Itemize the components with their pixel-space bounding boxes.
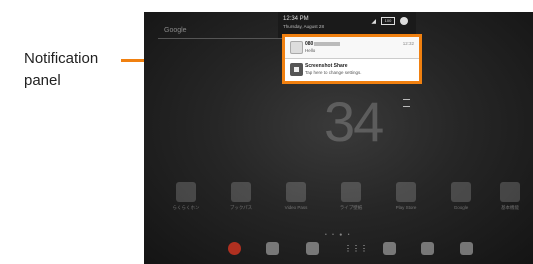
notification-body: Hello (305, 48, 316, 53)
app-5-label: Play Store (395, 205, 417, 210)
app-1-label: らくらくホン (172, 205, 200, 210)
page-indicator: • • ● • (325, 232, 352, 238)
notification-message[interactable]: 080 Hello 12:32 (285, 37, 419, 59)
app-5-icon (396, 182, 416, 202)
notification-title: Screenshot Share (305, 63, 348, 69)
tablet-screen: Google 34 らくらくホン ブックパス Video Pass ライブ壁紙 … (144, 12, 533, 264)
clock-widget[interactable]: 34 (324, 89, 384, 154)
callout-label-line2: panel (24, 72, 61, 89)
sender-number: 080 (305, 41, 314, 47)
redacted-number (314, 41, 341, 46)
contact-icon (290, 41, 303, 54)
apps-grid-icon[interactable]: ⋮⋮⋮ (344, 242, 368, 255)
status-icons: ◢ 100 (371, 17, 408, 25)
email-icon[interactable] (266, 242, 279, 255)
app-6[interactable]: Google (441, 182, 481, 210)
callout-label: Notification panel (24, 48, 124, 92)
screenshot-share-icon (290, 63, 303, 76)
app-7[interactable]: 基本機能 (490, 182, 530, 211)
app-7-label: 基本機能 (501, 205, 519, 210)
notification-screenshot-share[interactable]: Screenshot Share Tap here to change sett… (285, 59, 419, 81)
app-2[interactable]: ブックパス (221, 182, 261, 211)
app-4[interactable]: ライブ壁紙 (331, 182, 371, 211)
camera-icon[interactable] (460, 242, 473, 255)
app-6-label: Google (453, 205, 469, 210)
app-1[interactable]: らくらくホン (166, 182, 206, 211)
youtube-icon[interactable] (421, 242, 434, 255)
app-1-icon (176, 182, 196, 202)
status-time: 12:34 PM (283, 16, 309, 22)
search-placeholder: Google (164, 27, 187, 34)
notification-panel: 080 Hello 12:32 Screenshot Share Tap her… (282, 34, 422, 84)
notification-time: 12:32 (402, 41, 414, 46)
notification-body: Tap here to change settings. (305, 70, 362, 75)
app-4-label: ライブ壁紙 (339, 205, 363, 210)
battery-icon: 100 (381, 17, 395, 25)
app-2-icon (231, 182, 251, 202)
contacts-icon[interactable] (306, 242, 319, 255)
app-3-label: Video Pass (284, 205, 308, 210)
app-3[interactable]: Video Pass (276, 182, 316, 210)
app-7-icon (500, 182, 520, 202)
app-5[interactable]: Play Store (386, 182, 426, 210)
app-6-icon (451, 182, 471, 202)
google-search-bar[interactable]: Google (158, 23, 284, 39)
callout-label-line1: Notification (24, 50, 99, 67)
app-4-icon (341, 182, 361, 202)
app-2-label: ブックパス (229, 205, 253, 210)
notification-title: 080 (305, 41, 341, 47)
status-date: Thursday, August 28 (283, 24, 324, 29)
user-avatar-icon[interactable] (400, 17, 408, 25)
app-3-icon (286, 182, 306, 202)
chrome-icon[interactable] (228, 242, 241, 255)
weather-icon[interactable] (403, 99, 410, 107)
maps-icon[interactable] (383, 242, 396, 255)
signal-icon: ◢ (371, 18, 376, 25)
